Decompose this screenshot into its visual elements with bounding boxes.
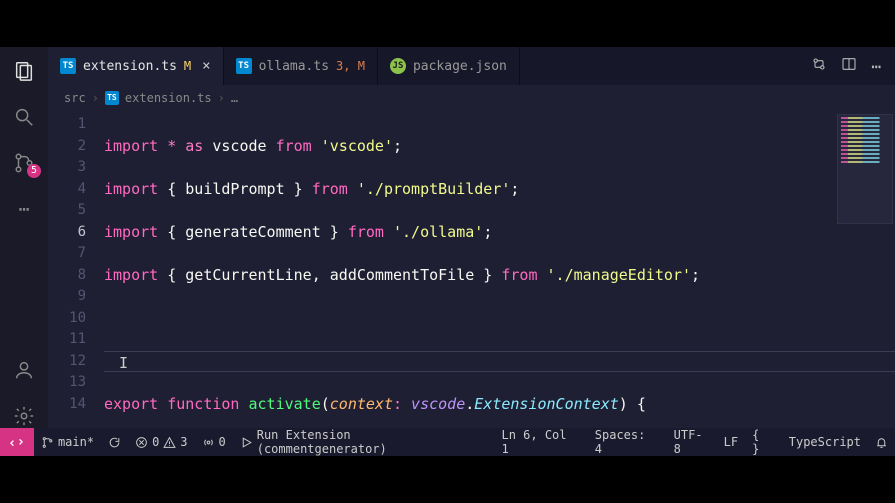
explorer-icon[interactable] [12,59,36,83]
scm-badge: 5 [27,164,41,178]
tab-package-json[interactable]: JS package.json [378,47,520,85]
settings-gear-icon[interactable] [12,404,36,428]
status-debug-task[interactable]: Run Extension (commentgenerator) [233,428,495,456]
code-area[interactable]: import * as vscode from 'vscode'; import… [104,110,895,428]
status-problems[interactable]: 0 3 [128,428,194,456]
compare-changes-icon[interactable] [811,56,827,76]
tabs: TS extension.ts M × TS ollama.ts 3, M JS… [48,47,895,85]
status-bar: main* 0 3 0 Run Extension (commentgenera… [0,428,895,456]
more-icon[interactable]: ⋯ [12,197,36,221]
code-editor[interactable]: 1 2 3 4 5 6 7 8 9 10 11 12 13 14 import … [48,110,895,428]
breadcrumb[interactable]: src › TS extension.ts › … [48,85,895,110]
typescript-icon: TS [105,91,119,105]
tab-label: package.json [413,59,507,74]
status-ports[interactable]: 0 [195,428,233,456]
remote-indicator[interactable] [0,428,34,456]
split-editor-icon[interactable] [841,56,857,76]
json-icon: JS [390,58,406,74]
status-language[interactable]: { } TypeScript [745,428,868,456]
line-gutter: 1 2 3 4 5 6 7 8 9 10 11 12 13 14 [48,110,104,428]
typescript-icon: TS [236,58,252,74]
search-icon[interactable] [12,105,36,129]
status-cursor[interactable]: Ln 6, Col 1 [494,428,587,456]
tab-modified-indicator: M [184,59,191,73]
tab-label: extension.ts [83,59,177,74]
crumb-file: extension.ts [125,91,212,105]
status-sync[interactable] [101,428,128,456]
status-notifications[interactable] [868,428,895,456]
status-encoding[interactable]: UTF-8 [667,428,717,456]
more-actions-icon[interactable]: ⋯ [871,57,881,76]
close-icon[interactable]: × [202,58,210,74]
tab-label: ollama.ts [259,59,329,74]
status-indent[interactable]: Spaces: 4 [588,428,667,456]
activity-bar: 5 ⋯ [0,47,48,428]
tab-ollama-ts[interactable]: TS ollama.ts 3, M [224,47,378,85]
tab-diff-indicator: 3, M [336,59,365,73]
status-eol[interactable]: LF [717,428,745,456]
text-cursor [113,353,114,369]
crumb-ellipsis: … [231,91,238,105]
account-icon[interactable] [12,358,36,382]
crumb-folder: src [64,91,86,105]
minimap[interactable] [837,114,893,224]
typescript-icon: TS [60,58,76,74]
chevron-right-icon: › [92,91,99,105]
chevron-right-icon: › [218,91,225,105]
status-branch[interactable]: main* [34,428,101,456]
source-control-icon[interactable]: 5 [12,151,36,175]
tab-extension-ts[interactable]: TS extension.ts M × [48,47,224,85]
